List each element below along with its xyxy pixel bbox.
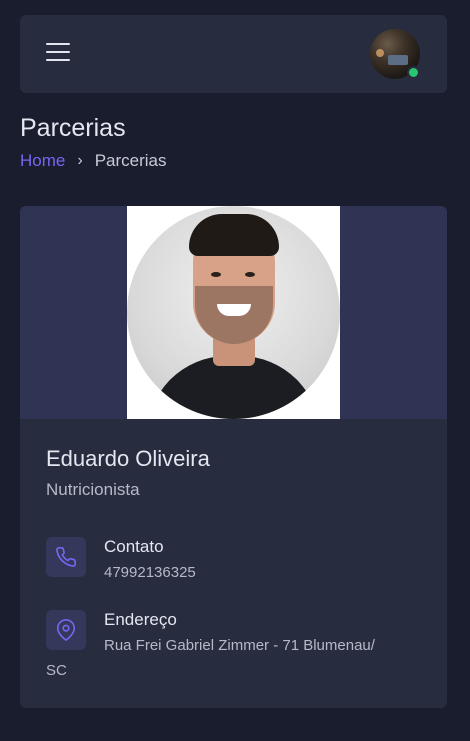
address-value-line2: SC <box>46 662 67 679</box>
partner-name: Eduardo Oliveira <box>46 446 210 471</box>
address-value-line1: Rua Frei Gabriel Zimmer - 71 Blumenau/ <box>104 637 375 654</box>
card-banner <box>20 206 447 419</box>
online-status-indicator <box>407 66 420 79</box>
phone-icon <box>46 537 86 577</box>
contact-phone-value: 47992136325 <box>104 564 196 581</box>
breadcrumb: Home › Parcerias <box>20 151 167 171</box>
address-label: Endereço <box>104 610 177 629</box>
profile-photo <box>127 206 340 419</box>
chevron-right-icon: › <box>77 152 83 169</box>
hamburger-menu-icon[interactable] <box>46 43 72 65</box>
page-title: Parcerias <box>20 114 126 142</box>
partner-card: Eduardo Oliveira Nutricionista Contato 4… <box>20 206 447 708</box>
top-navbar <box>20 15 447 93</box>
breadcrumb-home-link[interactable]: Home <box>20 151 65 171</box>
map-pin-icon <box>46 610 86 650</box>
contact-label: Contato <box>104 537 164 556</box>
partner-role: Nutricionista <box>46 480 140 499</box>
breadcrumb-current: Parcerias <box>94 151 167 170</box>
